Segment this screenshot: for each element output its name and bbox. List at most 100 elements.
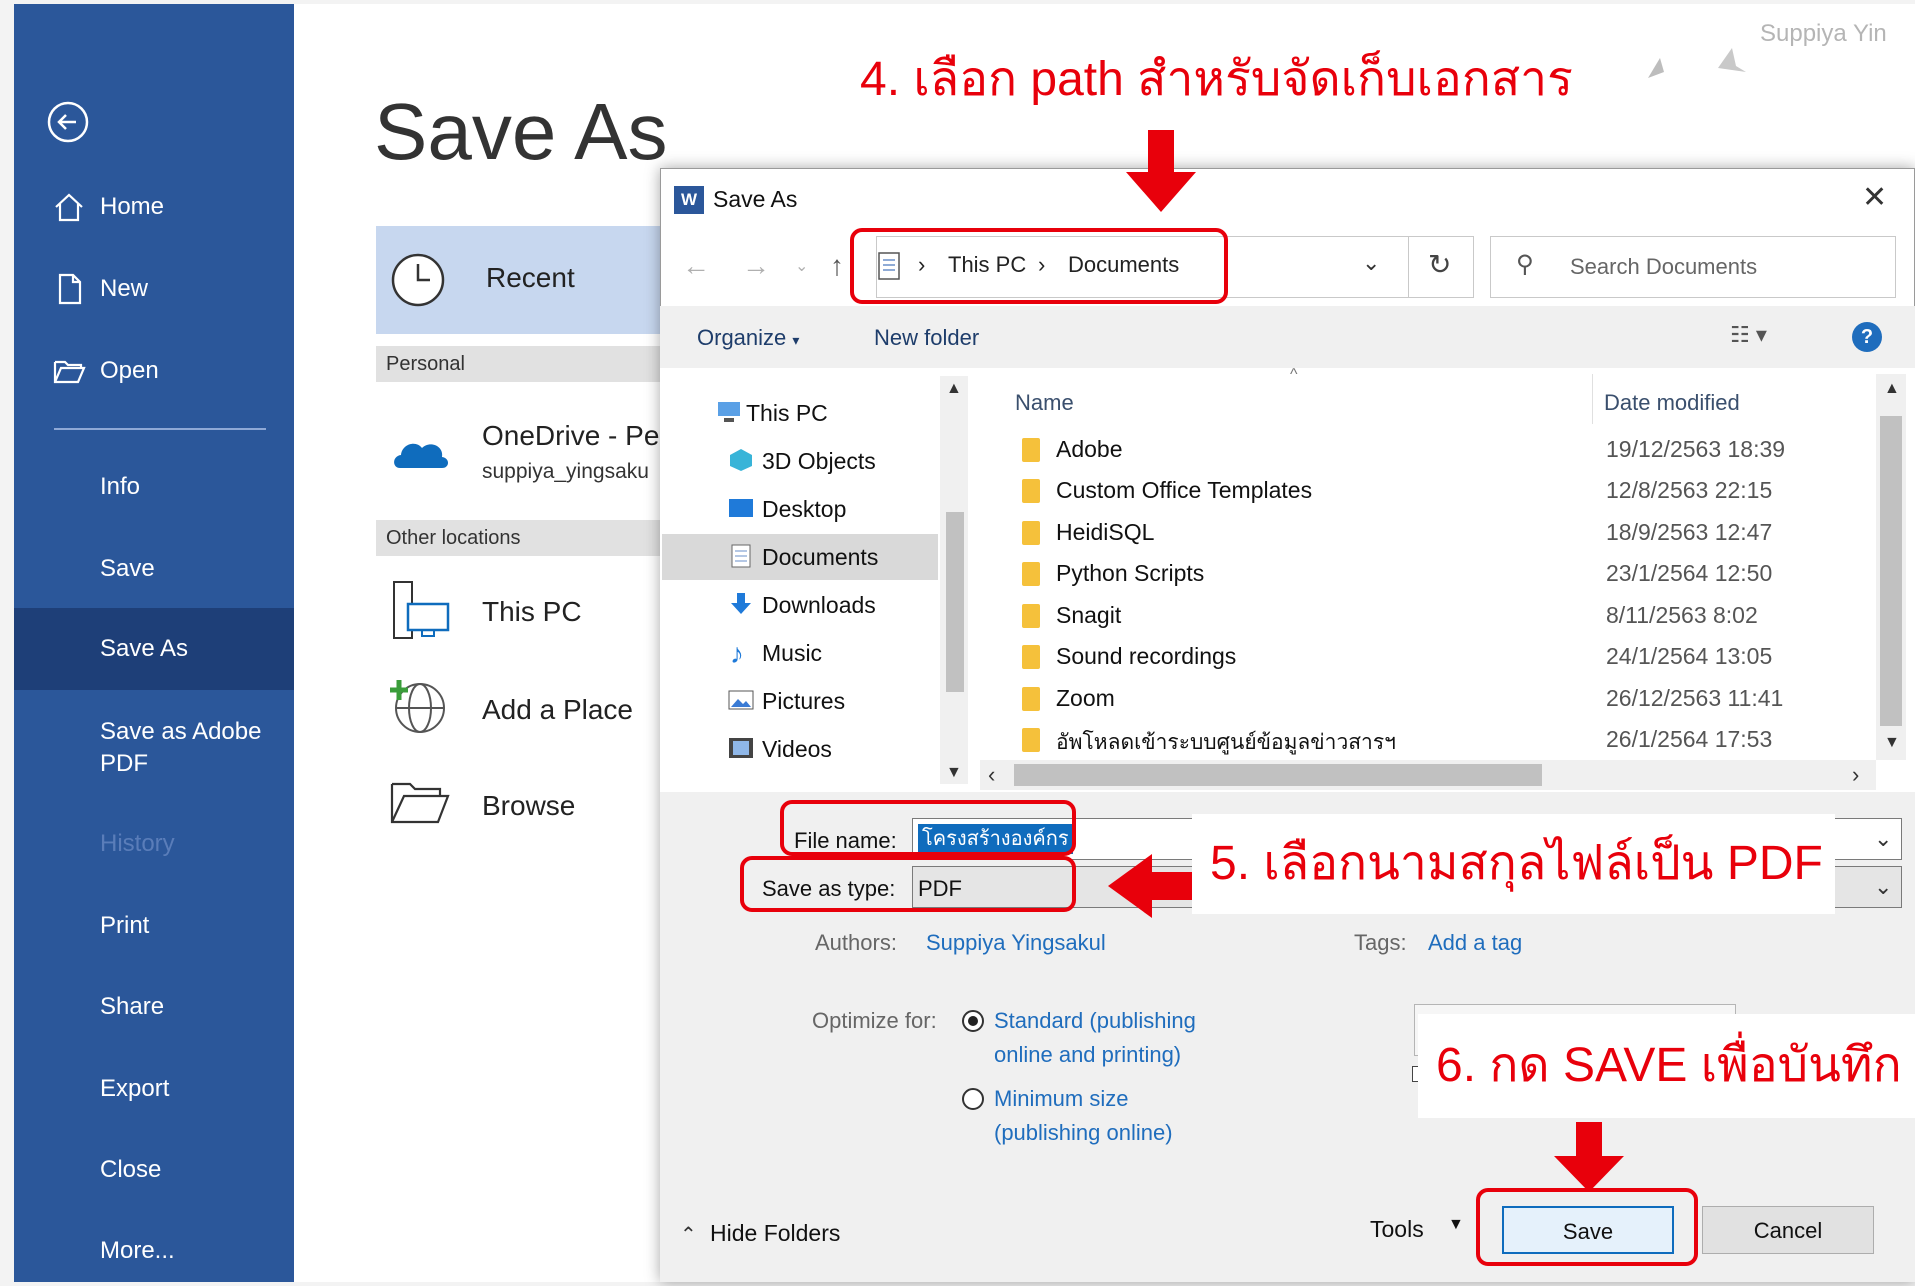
downloads-icon — [731, 593, 751, 614]
file-name: Sound recordings — [1056, 643, 1237, 669]
tree-item-downloads[interactable]: Downloads — [762, 592, 876, 619]
file-name: อัพโหลดเข้าระบบศูนย์ข้อมูลข่าวสารฯ — [1056, 731, 1396, 754]
horizontal-scroll-thumb[interactable] — [1014, 764, 1542, 786]
tree-item-this-pc[interactable]: This PC — [746, 400, 828, 427]
file-date: 24/1/2564 13:05 — [1606, 643, 1773, 669]
location-add-place-label[interactable]: Add a Place — [482, 694, 633, 726]
tree-item-videos[interactable]: Videos — [762, 736, 832, 763]
file-date: 26/12/2563 11:41 — [1606, 685, 1784, 711]
up-arrow-icon[interactable]: ↑ — [830, 250, 844, 282]
file-name-dropdown-chevron-icon[interactable]: ⌄ — [1874, 826, 1892, 852]
file-row[interactable]: HeidiSQL 18/9/2563 12:47 — [1022, 513, 1842, 553]
add-tag-link[interactable]: Add a tag — [1428, 930, 1522, 956]
folder-icon — [1022, 479, 1040, 503]
optimize-standard-radio[interactable] — [962, 1010, 984, 1032]
location-browse-label[interactable]: Browse — [482, 790, 575, 822]
nav-more[interactable]: More... — [14, 1216, 294, 1286]
scroll-left-icon[interactable]: ‹ — [988, 762, 995, 788]
authors-value[interactable]: Suppiya Yingsakul — [926, 930, 1106, 956]
nav-open-label: Open — [100, 357, 159, 384]
file-scroll-up-icon[interactable]: ▲ — [1884, 380, 1900, 398]
music-icon: ♪ — [730, 638, 744, 669]
nav-share[interactable]: Share — [14, 972, 294, 1042]
nav-save-label: Save — [100, 555, 155, 582]
back-arrow-icon[interactable]: ← — [682, 250, 710, 282]
nav-more-label: More... — [100, 1237, 175, 1264]
optimize-minimum-label-line1[interactable]: Minimum size — [994, 1086, 1128, 1112]
nav-save[interactable]: Save — [14, 534, 294, 604]
annotation-arrow-head-save — [1554, 1156, 1624, 1192]
documents-icon — [731, 544, 751, 568]
column-header-date-modified[interactable]: Date modified — [1604, 390, 1740, 416]
file-row[interactable]: Snagit 8/11/2563 8:02 — [1022, 596, 1842, 636]
annotation-arrow-left-head — [1108, 854, 1152, 918]
column-divider — [1592, 374, 1593, 424]
this-pc-icon — [393, 581, 450, 639]
file-row[interactable]: อัพโหลดเข้าระบบศูนย์ข้อมูลข่าวสารฯ 26/1/2… — [1022, 720, 1842, 760]
nav-home[interactable]: Home — [14, 172, 294, 242]
recent-locations-chevron-icon[interactable]: ⌄ — [795, 256, 808, 276]
organize-menu-button[interactable]: Organize ▾ — [697, 325, 799, 351]
hide-folders-chevron-icon[interactable]: ⌃ — [680, 1222, 697, 1247]
navigation-pane — [660, 368, 972, 792]
cancel-button[interactable]: Cancel — [1702, 1206, 1874, 1254]
home-icon — [55, 193, 83, 222]
location-this-pc-label[interactable]: This PC — [482, 596, 582, 628]
authors-label: Authors: — [815, 930, 897, 955]
tools-menu-button[interactable]: Tools — [1370, 1216, 1424, 1243]
file-name: Snagit — [1056, 602, 1122, 628]
new-folder-button[interactable]: New folder — [874, 325, 979, 351]
file-name: Custom Office Templates — [1056, 477, 1313, 503]
tree-item-3d-objects[interactable]: 3D Objects — [762, 448, 876, 475]
tree-item-desktop[interactable]: Desktop — [762, 496, 846, 523]
file-row[interactable]: Adobe 19/12/2563 18:39 — [1022, 430, 1842, 470]
help-icon[interactable]: ? — [1852, 322, 1882, 352]
organize-label: Organize — [697, 325, 787, 350]
nav-export[interactable]: Export — [14, 1054, 294, 1124]
desktop-icon — [729, 499, 753, 517]
annotation-arrow-left — [1150, 872, 1194, 900]
tools-dropdown-caret-icon[interactable]: ▼ — [1448, 1216, 1464, 1234]
nav-open[interactable]: Open — [14, 336, 294, 406]
file-row[interactable]: Zoom 26/12/2563 11:41 — [1022, 679, 1842, 719]
file-name: Python Scripts — [1056, 560, 1205, 586]
location-onedrive-label[interactable]: OneDrive - Pe — [482, 420, 659, 452]
scroll-up-icon[interactable]: ▲ — [946, 380, 962, 398]
page-title: Save As — [374, 87, 668, 176]
tree-item-music[interactable]: Music — [762, 640, 822, 667]
nav-info[interactable]: Info — [14, 452, 294, 522]
file-row[interactable]: Sound recordings 24/1/2564 13:05 — [1022, 637, 1842, 677]
scroll-down-icon[interactable]: ▼ — [946, 764, 962, 782]
file-row[interactable]: Custom Office Templates 12/8/2563 22:15 — [1022, 471, 1842, 511]
scroll-right-icon[interactable]: › — [1852, 762, 1859, 788]
file-row[interactable]: Python Scripts 23/1/2564 12:50 — [1022, 554, 1842, 594]
optimize-standard-label-line2[interactable]: online and printing) — [994, 1042, 1181, 1068]
view-options-icon[interactable]: ☷ ▾ — [1730, 322, 1767, 348]
file-date: 19/12/2563 18:39 — [1606, 436, 1786, 462]
back-arrow-icon[interactable] — [46, 100, 90, 144]
forward-arrow-icon[interactable]: → — [742, 250, 770, 282]
optimize-minimum-label-line2[interactable]: (publishing online) — [994, 1120, 1173, 1146]
annotation-highlight-file-name — [780, 800, 1076, 856]
optimize-standard-label-line1[interactable]: Standard (publishing — [994, 1008, 1196, 1034]
file-list-scroll-thumb[interactable] — [1880, 416, 1902, 726]
sort-ascending-icon: ^ — [1290, 366, 1298, 383]
nav-new[interactable]: New — [14, 254, 294, 324]
nav-save-as[interactable]: Save As — [14, 608, 294, 690]
file-scroll-down-icon[interactable]: ▼ — [1884, 734, 1900, 752]
address-dropdown-chevron-icon[interactable]: ⌄ — [1362, 250, 1380, 276]
dialog-close-icon[interactable]: ✕ — [1862, 180, 1887, 215]
save-as-type-dropdown-chevron-icon[interactable]: ⌄ — [1874, 874, 1892, 900]
navigation-scroll-thumb[interactable] — [946, 512, 964, 692]
hide-folders-button[interactable]: Hide Folders — [710, 1220, 840, 1247]
nav-close-label: Close — [100, 1156, 162, 1183]
nav-save-as-adobe-pdf[interactable]: Save as Adobe PDF — [14, 714, 294, 784]
nav-close[interactable]: Close — [14, 1135, 294, 1205]
dialog-toolbar — [660, 306, 1915, 368]
tree-item-documents[interactable]: Documents — [762, 544, 878, 571]
optimize-minimum-radio[interactable] — [962, 1088, 984, 1110]
tree-item-pictures[interactable]: Pictures — [762, 688, 845, 715]
nav-divider — [54, 428, 266, 430]
nav-print[interactable]: Print — [14, 891, 294, 961]
column-header-name[interactable]: Name — [1015, 390, 1074, 416]
